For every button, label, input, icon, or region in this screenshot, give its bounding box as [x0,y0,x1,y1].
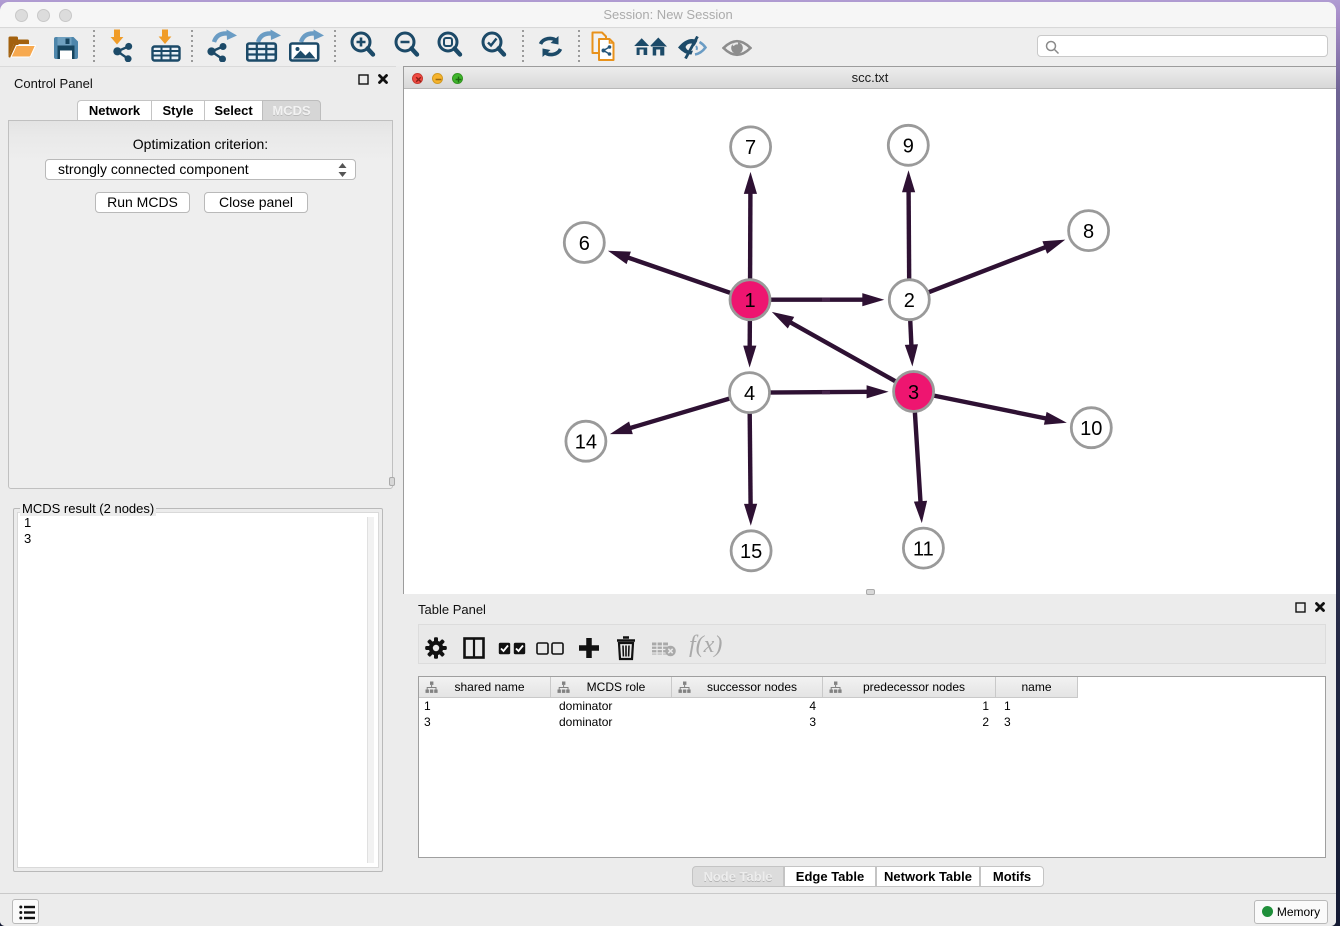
svg-text:2: 2 [904,290,915,312]
svg-text:6: 6 [579,233,590,255]
svg-text:3: 3 [908,382,919,404]
svg-text:14: 14 [575,432,597,454]
svg-text:1: 1 [744,290,755,312]
svg-text:15: 15 [740,541,762,563]
svg-text:7: 7 [745,137,756,159]
svg-text:9: 9 [903,136,914,158]
svg-text:4: 4 [744,383,755,405]
svg-text:8: 8 [1083,221,1094,243]
svg-text:11: 11 [913,538,934,560]
svg-text:10: 10 [1080,418,1102,440]
